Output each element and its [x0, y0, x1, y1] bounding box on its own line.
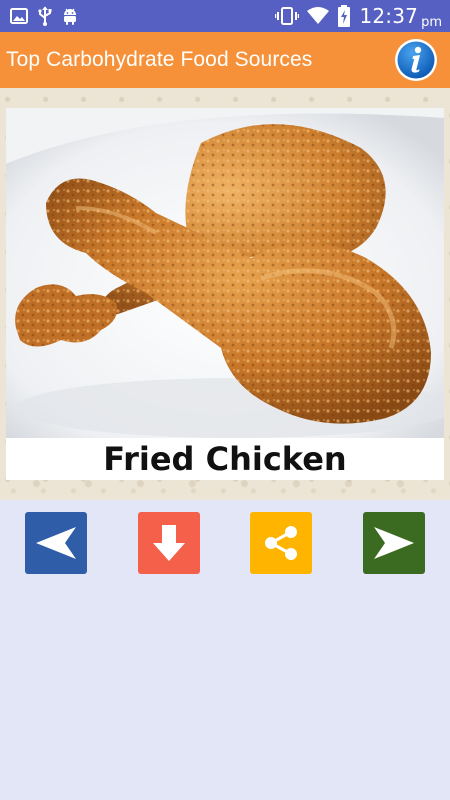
wifi-icon — [307, 7, 330, 25]
food-image — [6, 108, 444, 438]
status-right: 12:37 pm — [275, 4, 442, 30]
vibrate-icon — [275, 7, 300, 25]
status-time-ampm: pm — [421, 15, 442, 30]
content-area: Fried Chicken — [0, 88, 450, 500]
share-icon — [265, 526, 297, 560]
app-bar: Top Carbohydrate Food Sources — [0, 32, 450, 88]
share-button[interactable] — [250, 512, 312, 574]
status-left — [10, 6, 78, 26]
status-time-value: 12:37 — [359, 4, 419, 28]
arrow-right-icon — [374, 527, 414, 559]
previous-button[interactable] — [25, 512, 87, 574]
status-bar: 12:37 pm — [0, 0, 450, 32]
food-card: Fried Chicken — [6, 108, 444, 480]
download-button[interactable] — [138, 512, 200, 574]
app-screen: 12:37 pm Top Carbohydrate Food Sources F… — [0, 0, 450, 800]
app-title: Top Carbohydrate Food Sources — [6, 48, 313, 71]
controls-bar — [0, 512, 450, 574]
info-button[interactable] — [394, 38, 438, 82]
next-button[interactable] — [363, 512, 425, 574]
food-name: Fried Chicken — [6, 438, 444, 480]
android-icon — [62, 7, 78, 25]
usb-icon — [38, 6, 52, 26]
arrow-down-icon — [153, 525, 185, 561]
arrow-left-icon — [36, 527, 76, 559]
image-icon — [10, 8, 28, 24]
battery-charging-icon — [337, 5, 351, 27]
info-icon — [395, 39, 437, 81]
status-time: 12:37 pm — [359, 4, 442, 30]
